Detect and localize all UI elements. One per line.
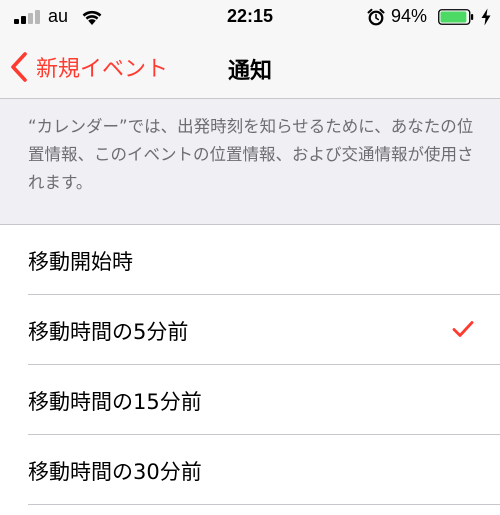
page-title: 通知 <box>227 59 272 84</box>
alarm-clock-icon <box>367 8 385 26</box>
navigation-bar: 新規イベント 通知 <box>0 36 500 99</box>
checkmark-icon <box>452 321 474 337</box>
option-at-start[interactable]: 移動開始時 <box>0 225 500 295</box>
battery-percentage: 94% <box>391 6 428 26</box>
info-section: “カレンダー”では、出発時刻を知らせるために、あなたの位置情報、このイベントの位… <box>0 99 500 224</box>
status-bar: au 22:15 94% <box>0 0 500 36</box>
option-15-min-before[interactable]: 移動時間の15分前 <box>0 365 500 435</box>
option-label: 移動開始時 <box>28 250 133 274</box>
option-label: 移動時間の30分前 <box>28 460 202 484</box>
row-divider <box>28 504 500 505</box>
option-5-min-before[interactable]: 移動時間の5分前 <box>0 295 500 365</box>
option-30-min-before[interactable]: 移動時間の30分前 <box>0 435 500 505</box>
info-description: “カレンダー”では、出発時刻を知らせるために、あなたの位置情報、このイベントの位… <box>28 117 474 192</box>
charging-bolt-icon <box>481 8 491 26</box>
alert-options-list: 移動開始時 移動時間の5分前 移動時間の15分前 移動時間の30分前 <box>0 224 500 505</box>
option-label: 移動時間の15分前 <box>28 390 202 414</box>
option-label: 移動時間の5分前 <box>28 320 189 344</box>
battery-icon <box>438 9 474 25</box>
